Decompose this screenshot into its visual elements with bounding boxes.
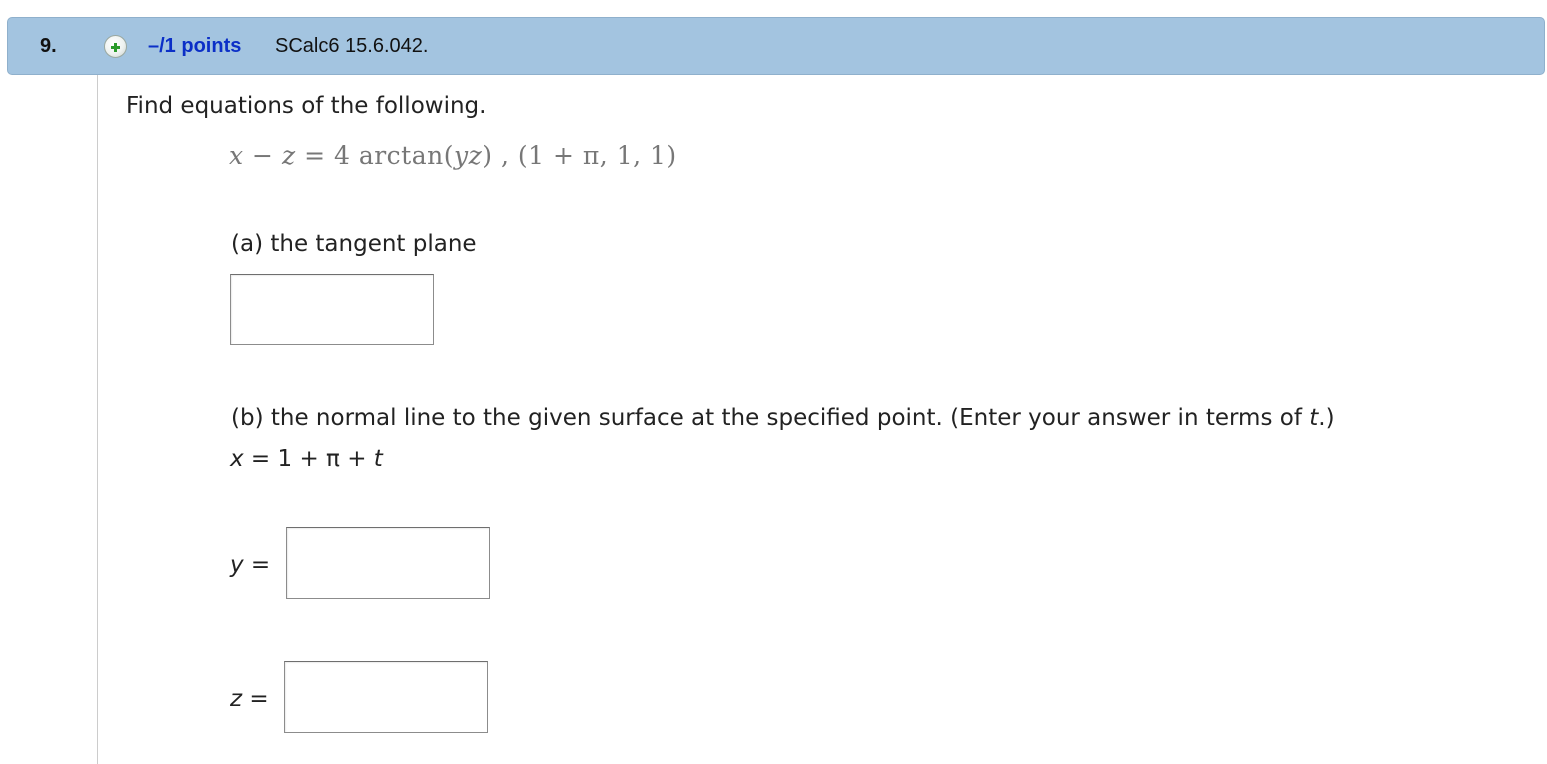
part-a-label: (a) the tangent plane [231, 231, 477, 257]
x-param-t: t [373, 446, 383, 472]
y-input[interactable] [286, 527, 490, 599]
part-b-label-suffix: .) [1318, 405, 1335, 431]
z-label: z = [230, 686, 269, 712]
question-source: SCalc6 15.6.042. [275, 35, 429, 57]
equation-var-yz: yz [453, 141, 483, 170]
x-equation: x = 1 + π + t [230, 446, 383, 472]
y-equals: = [243, 552, 271, 578]
equation-point: ) , (1 + π, 1, 1) [482, 141, 677, 170]
equation-rhs: = 4 arctan( [295, 141, 454, 170]
z-input[interactable] [284, 661, 488, 733]
tangent-plane-input[interactable] [230, 274, 434, 345]
points-link[interactable]: –/1 points [148, 35, 241, 58]
x-expression: = 1 + π + [243, 446, 374, 472]
question-prompt: Find equations of the following. [126, 93, 487, 119]
y-label: y = [230, 552, 270, 578]
z-var: z [230, 686, 243, 712]
equation-minus: − [243, 141, 282, 170]
z-equals: = [242, 686, 269, 712]
part-b-label-var: t [1309, 405, 1319, 431]
question-header: 9. –/1 points SCalc6 15.6.042. [7, 17, 1545, 75]
question-number: 9. [40, 35, 57, 57]
y-var: y [230, 552, 244, 578]
part-b-label: (b) the normal line to the given surface… [231, 405, 1335, 431]
equation-var-x: x [229, 141, 244, 170]
expand-plus-icon[interactable] [104, 35, 127, 58]
x-var: x [230, 446, 244, 472]
equation-var-z: z [281, 141, 296, 170]
surface-equation: x − z = 4 arctan(yz) , (1 + π, 1, 1) [229, 141, 677, 170]
left-divider [97, 75, 98, 764]
question-panel: 9. –/1 points SCalc6 15.6.042. Find equa… [0, 0, 1547, 764]
part-b-label-prefix: (b) the normal line to the given surface… [231, 405, 1310, 431]
